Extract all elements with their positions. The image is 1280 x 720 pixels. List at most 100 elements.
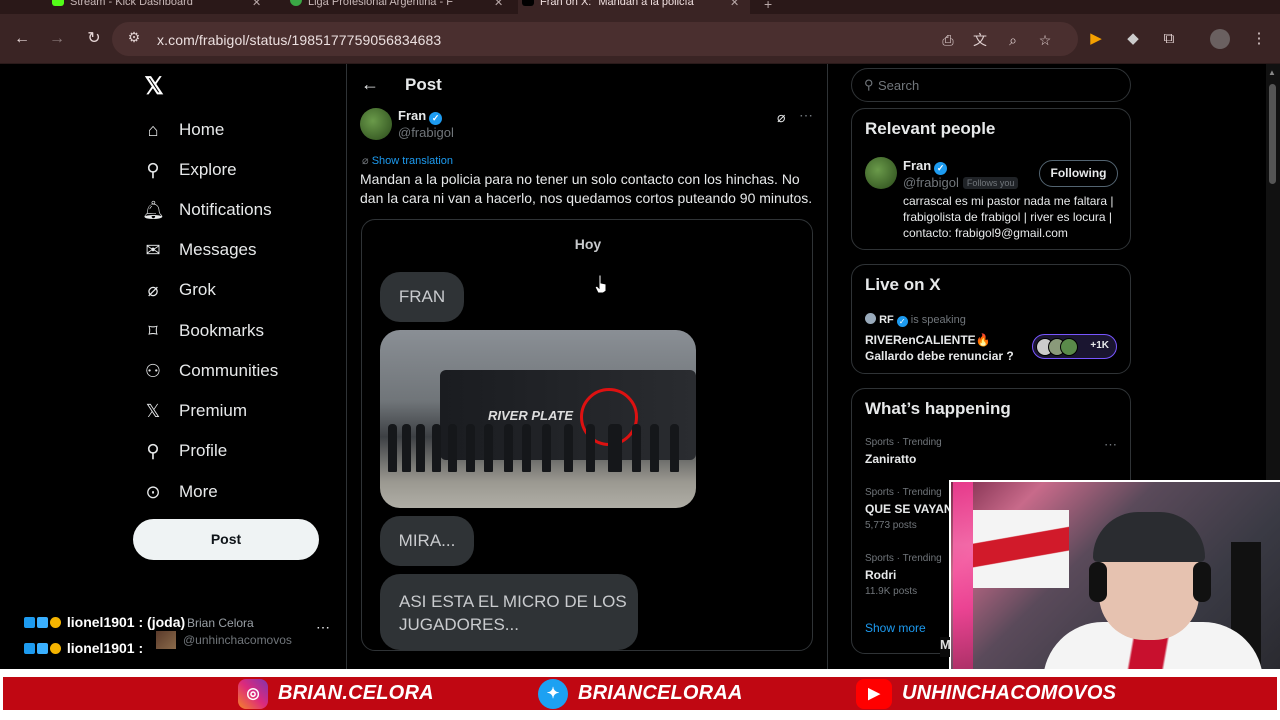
- tab-liga-profesional[interactable]: Liga Profesional Argentina - F: [286, 0, 512, 14]
- tweet-author-handle[interactable]: @frabigol: [398, 125, 454, 140]
- bubble-text: FRAN: [398, 287, 446, 306]
- tweet-media[interactable]: Hoy FRAN RIVER PLATE MIRA... ASI ESTA EL…: [361, 219, 813, 651]
- forward-icon[interactable]: →: [46, 28, 68, 50]
- home-icon: ⌂: [147, 120, 159, 140]
- avatar[interactable]: [360, 108, 392, 140]
- person-handle[interactable]: @frabigol Follows you: [903, 175, 1019, 190]
- show-more-link[interactable]: Show more: [865, 621, 926, 635]
- x-icon: 𝕏: [145, 401, 161, 421]
- author-name-text: Fran: [398, 108, 427, 123]
- bell-icon: 🔔︎: [142, 200, 165, 220]
- person-name[interactable]: Fran ✓: [903, 158, 948, 175]
- profile-avatar-icon[interactable]: [1210, 29, 1230, 49]
- chat-user: lionel1901: [66, 640, 135, 656]
- police-figure: [670, 424, 679, 472]
- police-figure: [504, 424, 513, 472]
- space-title[interactable]: RIVERenCALIENTE🔥 Gallardo debe renunciar…: [865, 332, 1025, 364]
- sidebar-item-grok[interactable]: ⌀ Grok: [142, 276, 216, 304]
- zoom-icon[interactable]: ⌕: [1003, 30, 1023, 50]
- post-button[interactable]: Post: [133, 519, 319, 560]
- trend-posts: 5,773 posts: [865, 520, 917, 531]
- address-bar[interactable]: ⚙ x.com/frabigol/status/1985177759056834…: [112, 22, 1078, 56]
- tab-kick-dashboard[interactable]: Stream - Kick Dashboard: [48, 0, 274, 14]
- sidebar-item-notifications[interactable]: 🔔︎ Notifications: [142, 196, 272, 224]
- grok-icon: ⌀: [147, 280, 159, 300]
- scroll-up-icon[interactable]: ▲: [1268, 68, 1276, 77]
- close-icon[interactable]: ✕: [252, 0, 261, 9]
- translate-icon[interactable]: 文: [970, 30, 990, 50]
- extension-icon[interactable]: ◆: [1122, 28, 1144, 50]
- sidebar-item-label: Grok: [179, 280, 216, 299]
- sidebar-item-communities[interactable]: ⚇ Communities: [142, 357, 278, 385]
- banner-strip: ◎ BRIAN.CELORA ✦ BRIANCELORAA ▶ UNHINCHA…: [3, 677, 1277, 710]
- sidebar-item-profile[interactable]: ⚲ Profile: [142, 437, 227, 465]
- sidebar-item-explore[interactable]: ⚲ Explore: [142, 156, 236, 184]
- puzzle-icon[interactable]: ⧉: [1158, 28, 1180, 50]
- webcam-edge-letter: M: [940, 637, 950, 657]
- reload-icon[interactable]: ↻: [83, 28, 105, 50]
- tab-x-post[interactable]: Fran on X: "Mandan a la policía: [518, 0, 750, 14]
- search-icon: ⚲: [864, 77, 874, 92]
- chat-bubble: MIRA...: [380, 516, 474, 566]
- badge-icon: [50, 617, 61, 628]
- trend-posts: 11.9K posts: [865, 586, 918, 597]
- sidebar-item-label: Notifications: [179, 200, 272, 219]
- police-figure: [650, 424, 659, 472]
- tweet-author-name[interactable]: Fran ✓: [398, 108, 443, 125]
- close-icon[interactable]: ✕: [494, 0, 503, 9]
- star-icon[interactable]: ☆: [1035, 30, 1055, 50]
- sidebar-item-messages[interactable]: ✉ Messages: [142, 236, 256, 264]
- more-icon[interactable]: ⋯: [1104, 437, 1117, 453]
- space-host: RF ✓ is speaking: [865, 313, 966, 327]
- host-name: RF: [879, 314, 894, 326]
- close-icon[interactable]: ✕: [730, 0, 739, 9]
- chat-user: lionel1901: [66, 614, 135, 630]
- police-figure: [564, 424, 573, 472]
- verified-badge-icon: ✓: [429, 112, 443, 125]
- social-banner: ◎ BRIAN.CELORA ✦ BRIANCELORAA ▶ UNHINCHA…: [0, 669, 1280, 720]
- youtube-icon: ▶: [856, 678, 892, 709]
- relevant-people-card: Relevant people Fran ✓ @frabigol Follows y…: [851, 108, 1131, 250]
- sidebar-item-label: More: [179, 482, 218, 501]
- x-logo-icon[interactable]: 𝕏: [141, 74, 167, 100]
- new-tab-icon[interactable]: +: [764, 0, 772, 12]
- show-translation-text: Show translation: [371, 155, 454, 167]
- space-listeners-pill[interactable]: +1K: [1032, 334, 1117, 359]
- scrollbar-thumb[interactable]: [1269, 84, 1276, 184]
- play-extension-icon[interactable]: ▶: [1085, 28, 1107, 50]
- more-icon[interactable]: ⋯: [799, 107, 813, 124]
- sidebar-item-premium[interactable]: 𝕏 Premium: [142, 397, 247, 425]
- sidebar-item-more[interactable]: ⊙ More: [142, 478, 218, 506]
- sidebar-item-label: Bookmarks: [179, 321, 265, 340]
- search-input[interactable]: ⚲ Search: [851, 68, 1131, 102]
- grok-icon[interactable]: ⌀: [777, 109, 785, 126]
- police-figure: [632, 424, 641, 472]
- back-arrow-icon[interactable]: ←: [361, 74, 379, 95]
- police-figure: [388, 424, 397, 472]
- sidebar-item-home[interactable]: ⌂ Home: [142, 116, 225, 144]
- chat-day-label: Hoy: [574, 236, 602, 252]
- sidebar-item-bookmarks[interactable]: ⌑ Bookmarks: [142, 317, 264, 345]
- following-button[interactable]: Following: [1039, 160, 1118, 187]
- site-info-icon[interactable]: ⚙: [124, 29, 144, 49]
- chat-text: (joda): [147, 614, 186, 630]
- menu-kebab-icon[interactable]: ⋮: [1248, 28, 1270, 50]
- trend-name[interactable]: Zaniratto: [865, 452, 916, 466]
- headset-icon: [1089, 562, 1107, 602]
- show-translation-link[interactable]: ⌀ Show translation: [362, 154, 453, 167]
- police-figure: [448, 424, 457, 472]
- police-figure: [402, 424, 411, 472]
- account-switcher[interactable]: Brian Celora @unhinchacomovos ⋯ lionel19…: [0, 607, 346, 669]
- more-icon[interactable]: ⋯: [316, 619, 330, 636]
- verified-badge-icon: ✓: [934, 162, 948, 175]
- trend-name[interactable]: Rodri: [865, 568, 896, 582]
- avatar[interactable]: [865, 157, 897, 189]
- back-icon[interactable]: ←: [11, 28, 33, 50]
- install-icon[interactable]: ⎙: [938, 30, 958, 50]
- mail-icon: ✉: [145, 240, 161, 260]
- page-title: Post: [405, 75, 442, 94]
- kick-icon: [52, 0, 64, 6]
- trend-name[interactable]: QUE SE VAYAN: [865, 502, 953, 516]
- search-placeholder: Search: [878, 78, 920, 93]
- left-sidebar: 𝕏 ⌂ Home ⚲ Explore 🔔︎ Notifications ✉ Me…: [0, 64, 346, 669]
